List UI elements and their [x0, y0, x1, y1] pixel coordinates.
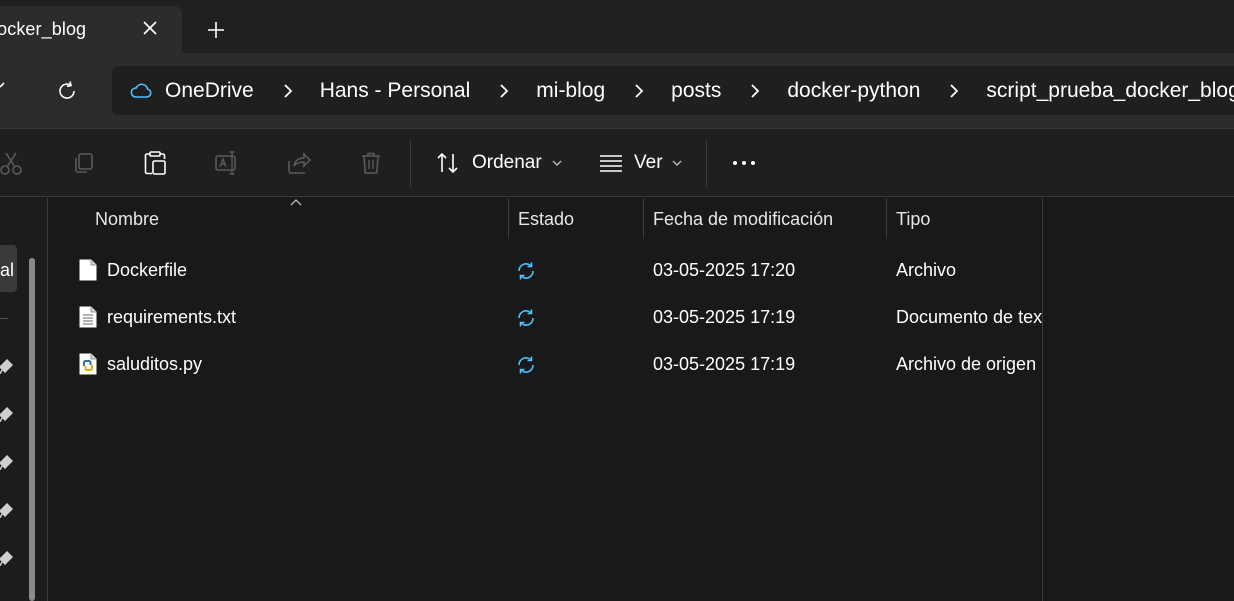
- column-header-type[interactable]: Tipo: [896, 198, 930, 239]
- command-bar: Ordenar Ver: [0, 129, 1234, 197]
- tab-title: docker_blog: [0, 19, 87, 39]
- breadcrumb-hans-personal[interactable]: Hans - Personal: [320, 79, 471, 103]
- chevron-right-icon[interactable]: [745, 81, 765, 101]
- rename-icon[interactable]: [213, 149, 241, 177]
- column-header-status[interactable]: Estado: [518, 198, 574, 239]
- column-divider[interactable]: [643, 198, 644, 239]
- breadcrumb-mi-blog[interactable]: mi-blog: [536, 79, 605, 103]
- view-list-icon: [600, 155, 622, 172]
- python-file-icon: [79, 353, 97, 375]
- sort-label: Ordenar: [472, 152, 542, 173]
- generic-file-icon: [79, 259, 97, 281]
- sidebar-scrollbar[interactable]: [29, 258, 35, 601]
- tab-strip: docker_blog: [0, 0, 1234, 53]
- pin-icon[interactable]: [0, 502, 14, 518]
- address-bar[interactable]: OneDrive Hans - Personal mi-blog posts d…: [112, 66, 1234, 115]
- file-name: Dockerfile: [107, 260, 188, 280]
- chevron-down-icon: [552, 160, 562, 166]
- arrow-up-icon[interactable]: [0, 81, 10, 101]
- toolbar-divider: [410, 140, 411, 187]
- text-file-icon: [79, 306, 97, 328]
- breadcrumb-onedrive[interactable]: OneDrive: [165, 79, 254, 103]
- pin-icon[interactable]: [0, 550, 14, 566]
- empty-pane-area: [1044, 198, 1234, 601]
- onedrive-cloud-icon: [130, 83, 152, 98]
- column-divider[interactable]: [886, 198, 887, 239]
- breadcrumb: OneDrive Hans - Personal mi-blog posts d…: [129, 66, 1234, 115]
- chevron-down-icon: [672, 160, 682, 166]
- file-modified: 03-05-2025 17:20: [653, 260, 796, 280]
- address-row: OneDrive Hans - Personal mi-blog posts d…: [0, 53, 1234, 128]
- pin-icon[interactable]: [0, 358, 14, 374]
- pin-icon[interactable]: [0, 454, 14, 470]
- paste-icon[interactable]: [141, 149, 169, 177]
- sort-icon: [437, 152, 458, 174]
- file-modified: 03-05-2025 17:19: [653, 307, 796, 327]
- column-header-modified[interactable]: Fecha de modificación: [653, 198, 833, 239]
- delete-icon[interactable]: [357, 149, 385, 177]
- pin-icon[interactable]: [0, 406, 14, 422]
- view-button[interactable]: Ver: [598, 147, 683, 179]
- breadcrumb-current-folder[interactable]: script_prueba_docker_blog: [986, 79, 1234, 103]
- close-icon[interactable]: [138, 16, 162, 40]
- file-type: Archivo: [896, 260, 957, 280]
- file-name: saluditos.py: [107, 354, 203, 374]
- file-name: requirements.txt: [107, 307, 237, 327]
- file-modified: 03-05-2025 17:19: [653, 354, 796, 374]
- file-row-saluditos[interactable]: saluditos.py 03-05-2025 17:19 Archivo de…: [49, 341, 1043, 388]
- sidebar-item-label: al: [0, 260, 15, 280]
- file-type: Archivo de origen: [896, 354, 1037, 374]
- new-tab-icon[interactable]: [204, 18, 228, 42]
- sync-pending-icon: [518, 262, 534, 280]
- sync-pending-icon: [518, 356, 534, 374]
- sort-button[interactable]: Ordenar: [435, 147, 563, 179]
- file-list: Nombre Estado Fecha de modificación Tipo…: [49, 198, 1043, 601]
- chevron-right-icon[interactable]: [278, 81, 298, 101]
- share-icon[interactable]: [285, 149, 313, 177]
- navigation-pane: al: [0, 198, 48, 601]
- copy-icon[interactable]: [70, 149, 98, 177]
- file-type: Documento de tex: [896, 307, 1042, 327]
- chevron-right-icon[interactable]: [944, 81, 964, 101]
- tab-docker-blog[interactable]: docker_blog: [0, 6, 182, 53]
- file-row-dockerfile[interactable]: Dockerfile 03-05-2025 17:20 Archivo: [49, 247, 1043, 294]
- column-header-name[interactable]: Nombre: [95, 198, 159, 239]
- refresh-icon[interactable]: [55, 79, 79, 103]
- sync-pending-icon: [518, 309, 534, 327]
- cut-icon[interactable]: [0, 149, 25, 177]
- toolbar-divider: [706, 140, 707, 187]
- view-label: Ver: [634, 152, 663, 173]
- breadcrumb-posts[interactable]: posts: [671, 79, 721, 103]
- breadcrumb-docker-python[interactable]: docker-python: [787, 79, 920, 103]
- column-divider[interactable]: [508, 198, 509, 239]
- chevron-right-icon[interactable]: [629, 81, 649, 101]
- file-row-requirements[interactable]: requirements.txt 03-05-2025 17:19 Docume…: [49, 294, 1043, 341]
- chevron-right-icon[interactable]: [494, 81, 514, 101]
- more-options-icon[interactable]: [730, 149, 758, 177]
- sort-ascending-icon: [290, 199, 302, 206]
- sidebar-divider: [0, 318, 8, 319]
